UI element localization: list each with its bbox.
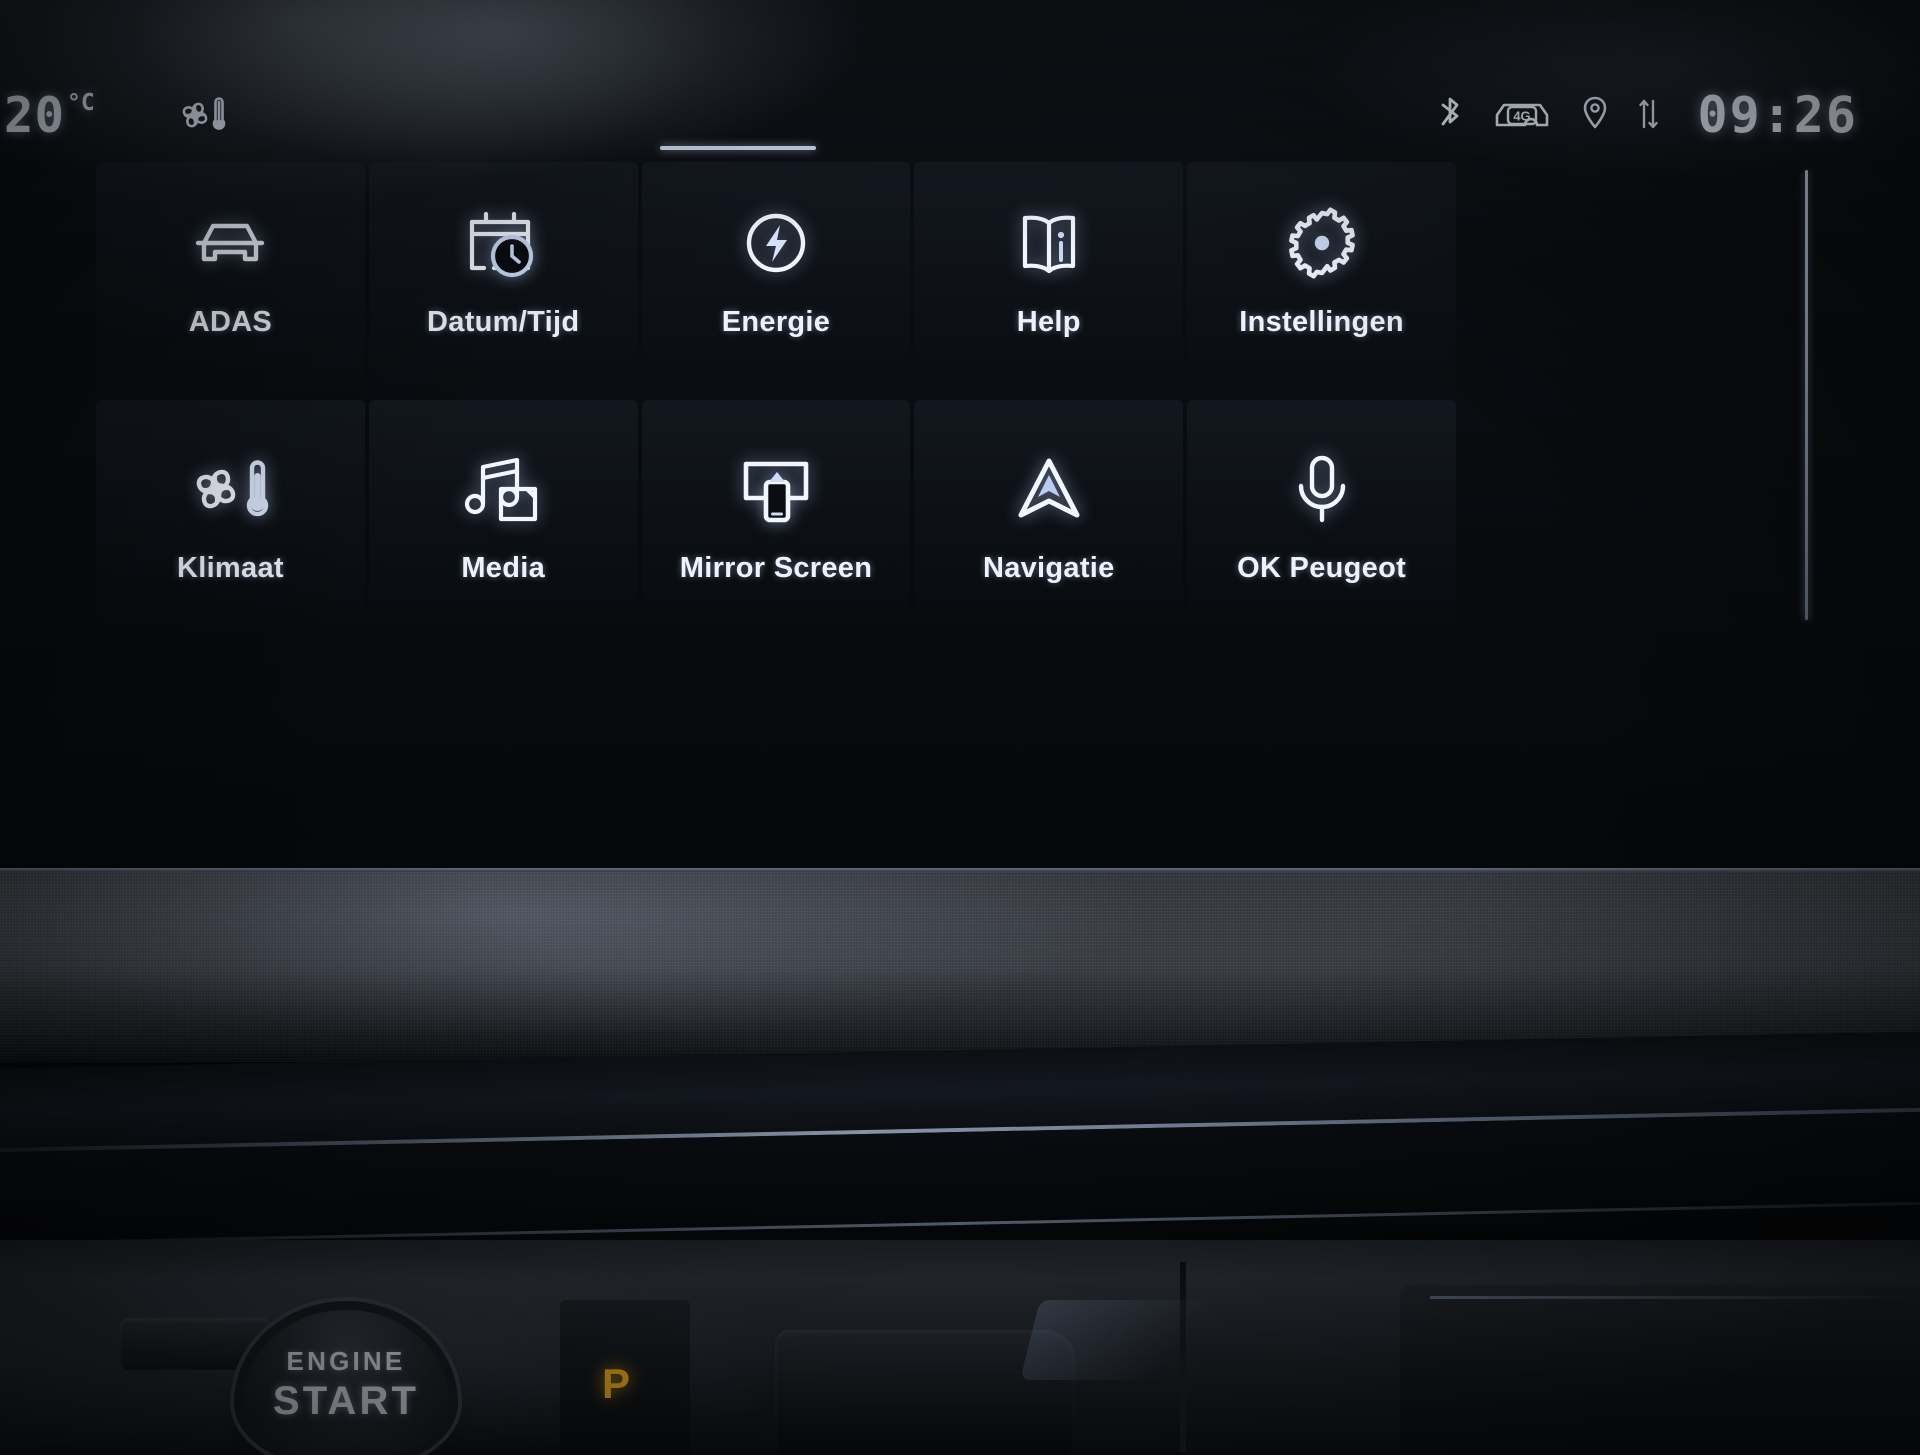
app-menu-grid: ADAS Datum/Tijd Energie Help Instellinge… <box>96 162 1456 630</box>
navigation-arrow-icon <box>1009 452 1089 526</box>
app-tile-klimaat[interactable]: Klimaat <box>96 400 365 630</box>
dashboard-fabric-trim <box>0 872 1920 1062</box>
fan-thermometer-icon[interactable] <box>175 92 235 138</box>
app-tile-mirror-screen[interactable]: Mirror Screen <box>641 400 911 630</box>
location-pin-icon[interactable] <box>1579 93 1611 137</box>
app-tile-label: OK Peugeot <box>1237 552 1407 584</box>
app-tile-label: Instellingen <box>1239 306 1404 338</box>
screen-bottom-fade <box>0 680 1920 880</box>
fan-thermometer-icon <box>184 452 276 526</box>
console-right-panel <box>1400 1285 1920 1455</box>
gear-indicator-park: P <box>602 1360 631 1407</box>
app-tile-label: Navigatie <box>982 552 1115 584</box>
engine-start-line-2: START <box>272 1379 420 1423</box>
app-tile-label: Help <box>1016 306 1081 338</box>
status-bar-left: 20 °C <box>0 87 235 144</box>
app-tile-instellingen[interactable]: Instellingen <box>1187 162 1456 392</box>
car-front-icon <box>188 206 272 280</box>
app-tile-help[interactable]: Help <box>914 162 1184 392</box>
calendar-clock-icon <box>464 206 542 280</box>
engine-start-line-1: ENGINE <box>286 1346 406 1376</box>
connectivity-label: 4G <box>1514 109 1531 124</box>
page-indicator[interactable] <box>660 146 816 150</box>
app-tile-energie[interactable]: Energie <box>641 162 911 392</box>
app-tile-label: Energie <box>721 306 831 338</box>
microphone-icon <box>1289 452 1355 526</box>
app-tile-navigatie[interactable]: Navigatie <box>914 400 1184 630</box>
temperature-value: 20 <box>4 86 66 144</box>
app-tile-label: ADAS <box>188 306 273 338</box>
app-tile-media[interactable]: Media <box>368 400 638 630</box>
app-tile-label: Datum/Tijd <box>427 306 580 338</box>
data-up-down-arrows-icon <box>1637 93 1659 137</box>
music-note-media-icon <box>461 452 545 526</box>
app-tile-label: Media <box>461 552 546 584</box>
app-tile-label: Mirror Screen <box>679 552 873 584</box>
status-bar: 20 °C 4G 09:26 <box>0 78 1920 152</box>
infotainment-scene: 20 °C 4G 09:26 ADAS Datum/Tijd Energie H… <box>0 0 1920 1455</box>
outside-temperature[interactable]: 20 °C <box>4 87 95 144</box>
infotainment-screen[interactable]: 20 °C 4G 09:26 ADAS Datum/Tijd Energie H… <box>0 0 1920 880</box>
app-tile-label: Klimaat <box>176 552 284 584</box>
console-storage-notch <box>120 1318 270 1370</box>
app-tile-ok-peugeot[interactable]: OK Peugeot <box>1187 400 1456 630</box>
open-book-info-icon <box>1011 206 1087 280</box>
clock[interactable]: 09:26 <box>1697 86 1858 144</box>
status-bar-right: 4G 09:26 <box>1435 86 1920 144</box>
app-tile-adas[interactable]: ADAS <box>96 162 365 392</box>
bluetooth-icon[interactable] <box>1435 93 1465 137</box>
gear-icon <box>1286 206 1358 280</box>
page-scroll-rail[interactable] <box>1805 170 1808 620</box>
lightning-bolt-circle-icon <box>741 206 811 280</box>
app-tile-datum-tijd[interactable]: Datum/Tijd <box>368 162 638 392</box>
gear-shift-lever-highlight <box>1020 1300 1250 1380</box>
screen-mirroring-icon <box>734 452 818 526</box>
console-right-highlight <box>1430 1296 1900 1299</box>
temperature-unit: °C <box>67 89 95 116</box>
car-4g-icon[interactable]: 4G <box>1491 95 1553 135</box>
